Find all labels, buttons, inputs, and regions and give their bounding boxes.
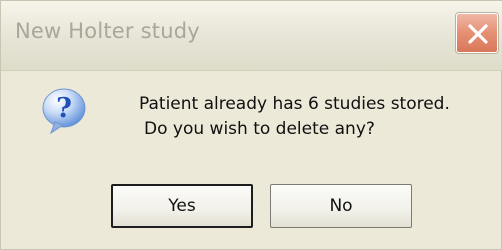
yes-button[interactable]: Yes [111,184,253,228]
message-dialog: New Holter study ? Patient already has 6… [0,0,502,250]
message-line-2: Do you wish to delete any? [144,119,375,139]
svg-text:?: ? [56,93,72,124]
close-icon [468,24,488,44]
close-button[interactable] [456,13,498,53]
dialog-message: Patient already has 6 studies stored. Do… [139,92,450,142]
no-button[interactable]: No [270,184,412,228]
question-icon: ? [39,86,89,136]
message-line-1: Patient already has 6 studies stored. [139,94,450,114]
title-bar[interactable]: New Holter study [1,1,502,71]
window-title: New Holter study [15,19,200,43]
